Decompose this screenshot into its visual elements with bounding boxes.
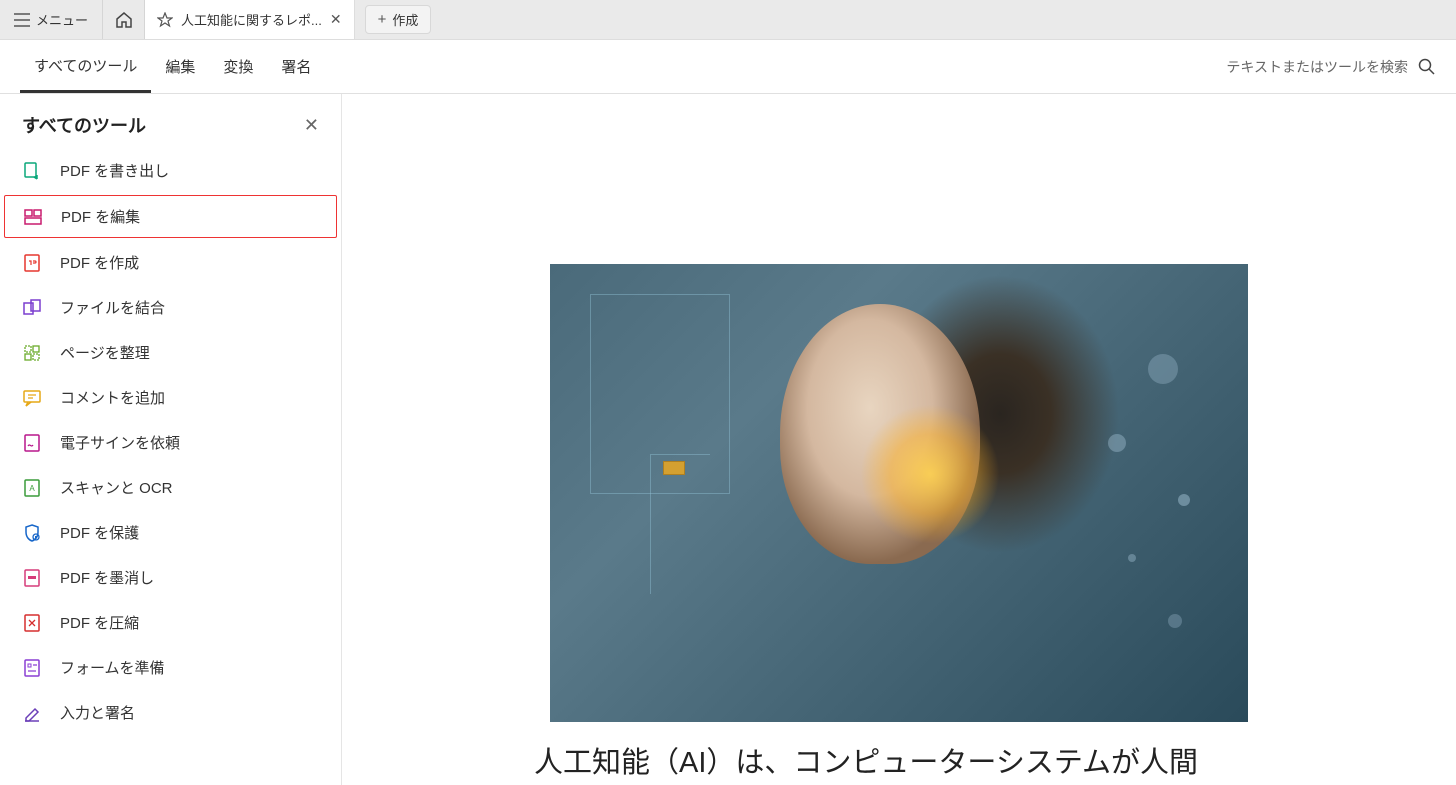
search-area[interactable]: テキストまたはツールを検索: [1226, 57, 1436, 77]
tool-label: PDF を圧縮: [60, 612, 139, 633]
tool-combine-files[interactable]: ファイルを結合: [0, 285, 341, 330]
navbar: すべてのツール 編集 変換 署名 テキストまたはツールを検索: [0, 40, 1456, 94]
tool-create-pdf[interactable]: PDF を作成: [0, 240, 341, 285]
tool-protect-pdf[interactable]: PDF を保護: [0, 510, 341, 555]
plus-icon: +: [378, 11, 387, 28]
redact-icon: [22, 568, 42, 588]
tool-label: PDF を作成: [60, 252, 139, 273]
sidebar-header: すべてのツール ✕: [0, 94, 341, 148]
nav-convert[interactable]: 変換: [209, 40, 267, 93]
create-label: 作成: [392, 10, 418, 29]
menu-button[interactable]: メニュー: [0, 0, 103, 39]
nav-edit[interactable]: 編集: [151, 40, 209, 93]
tool-add-comment[interactable]: コメントを追加: [0, 375, 341, 420]
tab-close-button[interactable]: ✕: [330, 11, 342, 28]
tool-prepare-form[interactable]: フォームを準備: [0, 645, 341, 690]
fill-sign-icon: [22, 703, 42, 723]
tool-label: 入力と署名: [60, 702, 135, 723]
tool-label: ページを整理: [60, 342, 150, 363]
tool-label: スキャンと OCR: [60, 477, 173, 498]
edit-icon: [23, 207, 43, 227]
tool-export-pdf[interactable]: PDF を書き出し: [0, 148, 341, 193]
tool-organize-pages[interactable]: ページを整理: [0, 330, 341, 375]
sidebar-close-button[interactable]: ✕: [304, 115, 319, 136]
main-area: すべてのツール ✕ PDF を書き出し PDF を編集 PDF を作成 ファイル…: [0, 94, 1456, 785]
nav-sign[interactable]: 署名: [267, 40, 325, 93]
tool-label: コメントを追加: [60, 387, 165, 408]
menu-label: メニュー: [36, 10, 88, 29]
form-icon: [22, 658, 42, 678]
sidebar-title: すべてのツール: [22, 112, 146, 138]
tool-label: フォームを準備: [60, 657, 165, 678]
tool-redact-pdf[interactable]: PDF を墨消し: [0, 555, 341, 600]
organize-icon: [22, 343, 42, 363]
comment-icon: [22, 388, 42, 408]
tab-title: 人工知能に関するレポ...: [181, 10, 322, 29]
tool-label: PDF を編集: [61, 206, 140, 227]
esign-icon: [22, 433, 42, 453]
tool-scan-ocr[interactable]: A スキャンと OCR: [0, 465, 341, 510]
compress-icon: [22, 613, 42, 633]
export-icon: [22, 161, 42, 181]
hamburger-icon: [14, 13, 30, 27]
nav-all-tools[interactable]: すべてのツール: [20, 40, 151, 93]
tool-label: PDF を墨消し: [60, 567, 154, 588]
star-icon: [157, 12, 173, 28]
document-image: [550, 264, 1248, 722]
document-view[interactable]: 人工知能（AI）は、コンピューターシステムが人間: [342, 94, 1456, 785]
document-tab[interactable]: 人工知能に関するレポ... ✕: [145, 0, 355, 39]
tools-sidebar: すべてのツール ✕ PDF を書き出し PDF を編集 PDF を作成 ファイル…: [0, 94, 342, 785]
svg-text:A: A: [29, 484, 35, 493]
tool-fill-sign[interactable]: 入力と署名: [0, 690, 341, 735]
protect-icon: [22, 523, 42, 543]
title-bar: メニュー 人工知能に関するレポ... ✕ + 作成: [0, 0, 1456, 40]
scan-icon: A: [22, 478, 42, 498]
create-button[interactable]: + 作成: [365, 5, 432, 34]
tool-label: PDF を保護: [60, 522, 139, 543]
search-placeholder: テキストまたはツールを検索: [1226, 57, 1408, 77]
tool-label: ファイルを結合: [60, 297, 165, 318]
tool-edit-pdf[interactable]: PDF を編集: [4, 195, 337, 238]
home-button[interactable]: [103, 0, 145, 39]
search-icon: [1418, 58, 1436, 76]
tool-request-esign[interactable]: 電子サインを依頼: [0, 420, 341, 465]
tool-label: PDF を書き出し: [60, 160, 169, 181]
tool-label: 電子サインを依頼: [60, 432, 180, 453]
home-icon: [115, 11, 133, 29]
document-body-text: 人工知能（AI）は、コンピューターシステムが人間: [534, 742, 1264, 785]
create-pdf-icon: [22, 253, 42, 273]
combine-icon: [22, 298, 42, 318]
tool-compress-pdf[interactable]: PDF を圧縮: [0, 600, 341, 645]
